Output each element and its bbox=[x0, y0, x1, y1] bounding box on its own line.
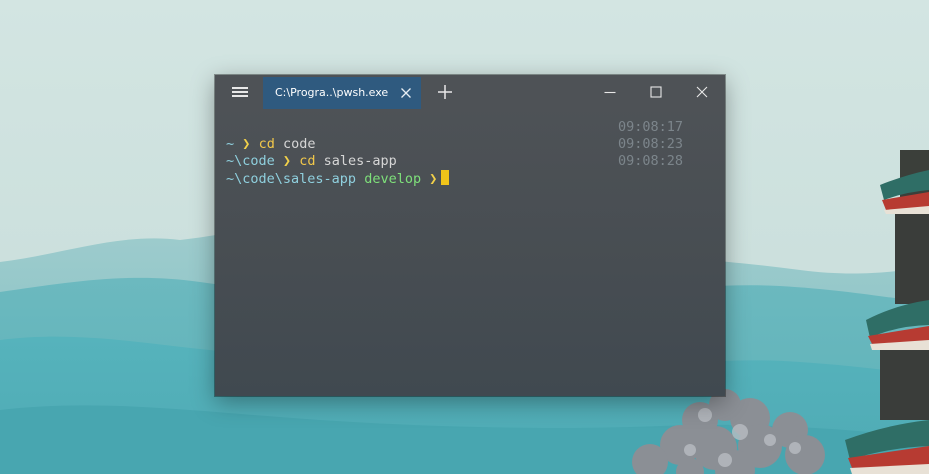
close-icon bbox=[696, 86, 708, 98]
terminal-window: C:\Progra..\pwsh.exe 09:08:17 ~ ❯ cd cod… bbox=[215, 75, 725, 396]
terminal-line: ~\code ❯ cd sales-app bbox=[226, 153, 397, 170]
git-branch: develop bbox=[364, 171, 422, 187]
prompt-arrow: ❯ bbox=[429, 171, 438, 187]
timestamp: 09:08:28 bbox=[617, 153, 683, 169]
minimize-icon bbox=[604, 91, 616, 94]
prompt-arrow: ❯ bbox=[242, 136, 251, 152]
command: cd bbox=[258, 136, 275, 152]
hamburger-menu-icon[interactable] bbox=[226, 82, 252, 102]
minimize-button[interactable] bbox=[587, 75, 633, 109]
maximize-icon bbox=[650, 86, 662, 98]
tab-pwsh[interactable]: C:\Progra..\pwsh.exe bbox=[263, 77, 421, 109]
plus-icon bbox=[438, 85, 452, 99]
text-cursor bbox=[441, 170, 450, 185]
command-argument: code bbox=[282, 136, 316, 152]
title-bar[interactable]: C:\Progra..\pwsh.exe bbox=[215, 75, 725, 109]
prompt-path: ~\code bbox=[226, 153, 275, 169]
close-icon[interactable] bbox=[397, 84, 415, 102]
new-tab-button[interactable] bbox=[435, 82, 455, 102]
close-window-button[interactable] bbox=[679, 75, 725, 109]
command-argument: sales-app bbox=[323, 153, 397, 169]
terminal-output[interactable]: 09:08:17 ~ ❯ cd code 09:08:23 ~\code ❯ c… bbox=[215, 109, 725, 396]
maximize-button[interactable] bbox=[633, 75, 679, 109]
command: cd bbox=[299, 153, 316, 169]
terminal-line: ~ ❯ cd code bbox=[226, 136, 315, 153]
prompt-path: ~ bbox=[226, 136, 235, 152]
timestamp: 09:08:23 bbox=[617, 136, 683, 152]
prompt-arrow: ❯ bbox=[282, 153, 292, 169]
timestamp: 09:08:17 bbox=[617, 119, 683, 135]
prompt-path: ~\code\sales-app bbox=[226, 171, 357, 187]
terminal-line: ~\code\sales-app develop ❯ bbox=[226, 170, 450, 187]
tab-title: C:\Progra..\pwsh.exe bbox=[275, 86, 389, 99]
